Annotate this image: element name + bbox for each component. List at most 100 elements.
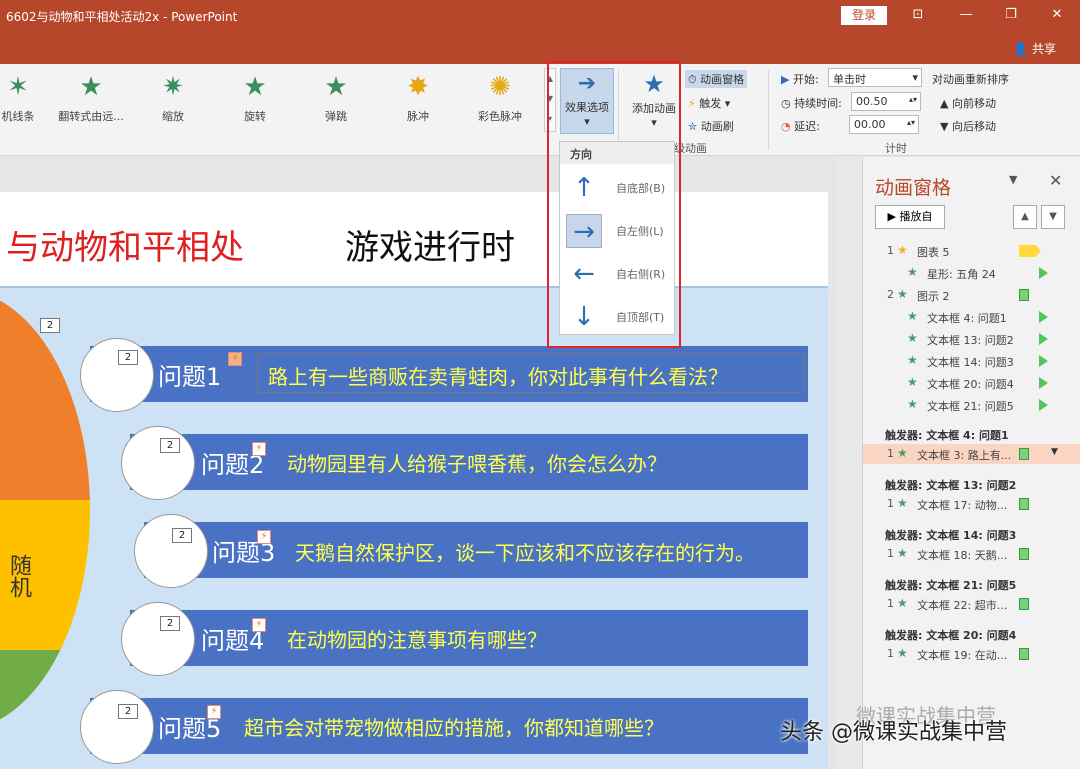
- star-icon: ★: [907, 375, 918, 389]
- chevron-down-icon[interactable]: ▼: [1009, 173, 1017, 186]
- play-from-button[interactable]: ▶ 播放自: [875, 205, 945, 229]
- direction-option-label: 自右侧(R): [616, 268, 666, 281]
- start-select[interactable]: 单击时 ▾: [828, 68, 922, 87]
- arrow-up-icon: ↑: [573, 173, 595, 203]
- timeline-bar-icon: [1019, 498, 1029, 510]
- gallery-item-bounce[interactable]: ★ 弹跳: [300, 72, 372, 124]
- question-circle-4[interactable]: [121, 602, 195, 676]
- delay-stepper[interactable]: 00.00 ▴▾: [849, 115, 919, 134]
- close-icon[interactable]: ✕: [1049, 171, 1062, 190]
- star-icon: ★: [897, 287, 908, 301]
- ribbon-display-icon[interactable]: ⊡: [905, 4, 931, 26]
- maximize-icon[interactable]: ❐: [998, 4, 1024, 26]
- star-icon: ★: [907, 353, 918, 367]
- question-text-2[interactable]: 动物园里有人给猴子喂香蕉，你会怎么办？: [287, 448, 667, 477]
- start-value: 单击时: [833, 73, 866, 86]
- question-label-1[interactable]: 问题1: [158, 357, 221, 392]
- slide-header: 与动物和平相处 游戏进行时: [0, 192, 828, 288]
- question-text-3[interactable]: 天鹅自然保护区，谈一下应该和不应该存在的行为。: [295, 537, 755, 566]
- question-text-1[interactable]: 路上有一些商贩在卖青蛙肉，你对此事有什么看法？: [268, 361, 728, 390]
- arrow-right-icon: →: [566, 214, 602, 248]
- workspace-scrollbar[interactable]: [838, 157, 862, 769]
- animation-painter-button[interactable]: ✮ 动画刷: [685, 117, 737, 135]
- star-icon: ★: [907, 331, 918, 345]
- animation-item[interactable]: 2 ★ 图示 2: [863, 285, 1080, 305]
- star-icon: ★: [897, 546, 908, 560]
- gallery-item-color-pulse[interactable]: ✺ 彩色脉冲: [464, 72, 536, 124]
- gallery-item-zoom[interactable]: ✷ 缩放: [137, 72, 209, 124]
- trigger-button[interactable]: ⚡ 触发 ▾: [685, 94, 733, 112]
- animation-pane-label: 动画窗格: [700, 73, 745, 86]
- trigger-header: 触发器: 文本框 4: 问题1: [885, 429, 1009, 442]
- question-circle-2[interactable]: [121, 426, 195, 500]
- animation-item[interactable]: ★ 星形: 五角 24: [863, 263, 1080, 283]
- title-bar: 6602与动物和平相处活动2x - PowerPoint 登录 ⊡ — ❐ ✕: [0, 0, 1080, 31]
- share-button[interactable]: 👤 共享: [1013, 40, 1056, 57]
- animation-item[interactable]: ★ 文本框 4: 问题1: [863, 307, 1080, 327]
- trigger-lightning-icon: ⚡: [252, 618, 266, 632]
- trigger-animation-item[interactable]: 1 ★ 文本框 17: 动物...: [863, 494, 1080, 514]
- ribbon: ✶ 机线条 ★ 翻转式由远... ✷ 缩放 ★ 旋转 ★ 弹跳 ✸ 脉冲 ✺ 彩…: [0, 64, 1080, 156]
- move-earlier-label: 向前移动: [951, 97, 996, 110]
- question-text-5[interactable]: 超市会对带宠物做相应的措施，你都知道哪些？: [244, 712, 664, 741]
- watermark: 头条 @微课实战集中营: [780, 720, 1007, 745]
- animation-item[interactable]: ★ 文本框 14: 问题3: [863, 351, 1080, 371]
- direction-option[interactable]: ← 自右侧(R): [562, 254, 672, 294]
- direction-option[interactable]: ↓ 自顶部(T): [562, 297, 672, 337]
- minimize-icon[interactable]: —: [953, 4, 979, 26]
- timeline-play-icon: [1039, 311, 1048, 323]
- gallery-item-pulse[interactable]: ✸ 脉冲: [382, 72, 454, 124]
- animation-item[interactable]: ★ 文本框 13: 问题2: [863, 329, 1080, 349]
- chevron-down-icon[interactable]: ▼: [1051, 447, 1058, 457]
- trigger-animation-item[interactable]: 1 ★ 文本框 18: 天鹅...: [863, 544, 1080, 564]
- duration-row: ◷ 持续时间:: [781, 95, 842, 111]
- timeline-play-icon: [1039, 355, 1048, 367]
- window-title: 6602与动物和平相处活动2x - PowerPoint: [6, 10, 238, 24]
- move-up-button[interactable]: ▲: [1013, 205, 1037, 229]
- play-from-label: 播放自: [899, 210, 933, 223]
- question-circle-1[interactable]: [80, 338, 154, 412]
- gallery-item-spin[interactable]: ★ 旋转: [219, 72, 291, 124]
- star-icon: ★: [897, 446, 908, 460]
- animation-pane-button[interactable]: ⏱ 动画窗格: [685, 70, 748, 88]
- trigger-lightning-icon: ⚡: [257, 530, 271, 544]
- animation-item-label: 文本框 18: 天鹅...: [917, 549, 1008, 562]
- slide-subtitle[interactable]: 游戏进行时: [345, 220, 515, 269]
- direction-option[interactable]: → 自左侧(L): [562, 211, 672, 251]
- trigger-animation-item[interactable]: 1 ★ 文本框 19: 在动...: [863, 644, 1080, 664]
- slide-title[interactable]: 与动物和平相处: [6, 220, 244, 269]
- login-button[interactable]: 登录: [841, 6, 887, 25]
- pie-chart[interactable]: [0, 290, 90, 730]
- timeline-bar-icon: [1019, 648, 1029, 660]
- animation-order-number: 1: [887, 547, 894, 560]
- duration-stepper[interactable]: 00.50 ▴▾: [851, 92, 921, 111]
- question-circle-5[interactable]: [80, 690, 154, 764]
- animation-item[interactable]: ★ 文本框 20: 问题4: [863, 373, 1080, 393]
- star-icon: ★: [897, 646, 908, 660]
- share-label: 共享: [1031, 42, 1056, 56]
- close-icon[interactable]: ✕: [1044, 4, 1070, 26]
- animation-pane-title: 动画窗格: [875, 177, 952, 199]
- trigger-label: 触发: [699, 97, 722, 110]
- question-text-4[interactable]: 在动物园的注意事项有哪些？: [287, 624, 547, 653]
- move-down-button[interactable]: ▼: [1041, 205, 1065, 229]
- trigger-animation-item[interactable]: 1 ★ 文本框 22: 超市...: [863, 594, 1080, 614]
- painter-icon: ✮: [688, 120, 698, 133]
- clock-icon: ◷: [781, 97, 791, 110]
- animation-item[interactable]: ★ 文本框 21: 问题5: [863, 395, 1080, 415]
- direction-dropdown: 方向 ↑ 自底部(B) → 自左侧(L) ← 自右侧(R) ↓ 自顶部(T): [559, 141, 675, 335]
- animation-item-label: 文本框 13: 问题2: [927, 334, 1014, 347]
- move-earlier-button[interactable]: ▲ 向前移动: [940, 95, 996, 111]
- trigger-animation-item[interactable]: 1 ★ 文本框 3: 路上有... ▼: [863, 444, 1080, 464]
- move-later-button[interactable]: ▼ 向后移动: [940, 118, 996, 134]
- slide-canvas[interactable]: 与动物和平相处 游戏进行时 随机 2 2 问题1 ⚡ 路上有一些商贩在卖青蛙肉，…: [0, 192, 828, 769]
- direction-option[interactable]: ↑ 自底部(B): [562, 168, 672, 208]
- question-circle-3[interactable]: [134, 514, 208, 588]
- gallery-item-flip[interactable]: ★ 翻转式由远...: [55, 72, 127, 124]
- gallery-item-line[interactable]: ✶ 机线条: [0, 72, 54, 124]
- animation-item[interactable]: 1 ★ 图表 5: [863, 241, 1080, 261]
- animation-order-badge: 2: [40, 318, 60, 333]
- star-icon: ★: [907, 309, 918, 323]
- animation-order-number: 1: [887, 597, 894, 610]
- triangle-down-icon: ▼: [940, 120, 949, 133]
